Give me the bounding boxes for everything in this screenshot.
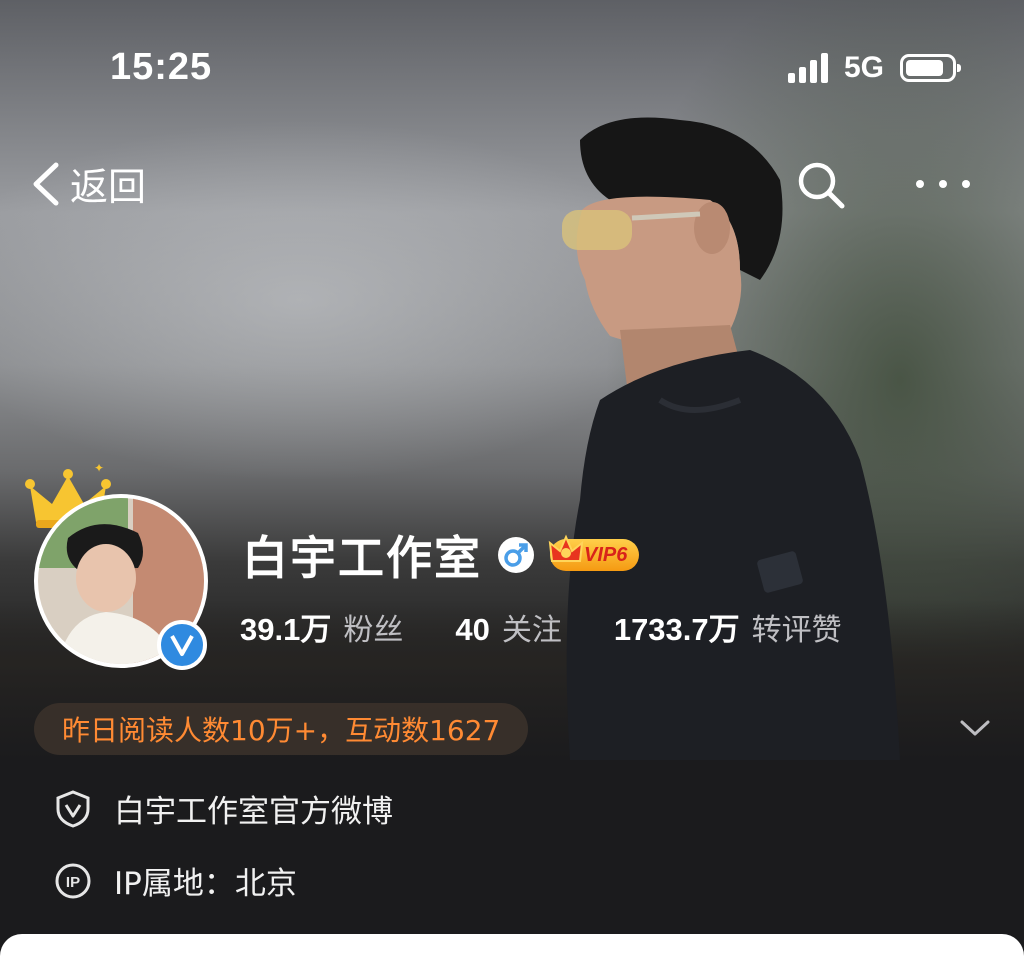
- vip-crown-icon: [548, 534, 584, 562]
- ip-location: IP属地：北京: [114, 866, 297, 902]
- cover-person-figure: [562, 117, 900, 760]
- chevron-down-icon[interactable]: [958, 716, 992, 740]
- back-chevron-icon: [33, 162, 59, 205]
- status-indicators: 5G: [787, 50, 961, 86]
- signal-icon: [787, 53, 828, 83]
- search-icon[interactable]: [794, 158, 848, 212]
- verified-badge-icon: [157, 620, 207, 670]
- network-type: 5G: [843, 51, 884, 84]
- stat-interactions-label: 转评赞: [751, 613, 842, 648]
- profile-stats: 39.1万 粉丝 40 关注 1733.7万 转评赞: [240, 604, 842, 649]
- svg-text:✦: ✦: [94, 464, 104, 475]
- ip-location-row: IP IP属地：北京: [54, 858, 297, 903]
- stat-fans-value: 39.1万: [240, 612, 332, 647]
- vip-badge[interactable]: VIP6: [548, 534, 640, 571]
- back-label: 返回: [70, 165, 147, 209]
- official-description-row: 白宇工作室官方微博: [54, 786, 393, 831]
- official-description: 白宇工作室官方微博: [114, 794, 393, 830]
- shield-icon: [54, 789, 92, 828]
- back-button[interactable]: 返回: [30, 156, 146, 211]
- reading-stats-text: 昨日阅读人数10万+，互动数1627: [62, 714, 501, 747]
- stat-following-label: 关注: [501, 613, 562, 648]
- stat-following-value: 40: [455, 612, 490, 647]
- profile-name: 白宇工作室: [242, 531, 482, 585]
- stat-interactions-value: 1733.7万: [613, 612, 740, 647]
- battery-icon: [900, 54, 961, 82]
- stat-following[interactable]: 40 关注: [455, 605, 561, 649]
- stat-interactions[interactable]: 1733.7万 转评赞: [614, 604, 842, 649]
- svg-text:IP: IP: [66, 874, 80, 891]
- profile-name-row: 白宇工作室 VIP6: [242, 522, 640, 588]
- status-time: 15:25: [110, 46, 213, 88]
- male-gender-icon: [498, 537, 534, 573]
- vip-label: VIP6: [584, 543, 628, 566]
- stat-fans[interactable]: 39.1万 粉丝: [240, 604, 403, 649]
- bottom-content-card: [0, 934, 1024, 974]
- stat-fans-label: 粉丝: [343, 613, 404, 648]
- reading-stats-banner[interactable]: 昨日阅读人数10万+，互动数1627: [34, 703, 529, 755]
- ip-icon: IP: [54, 862, 92, 900]
- more-icon[interactable]: [916, 174, 982, 194]
